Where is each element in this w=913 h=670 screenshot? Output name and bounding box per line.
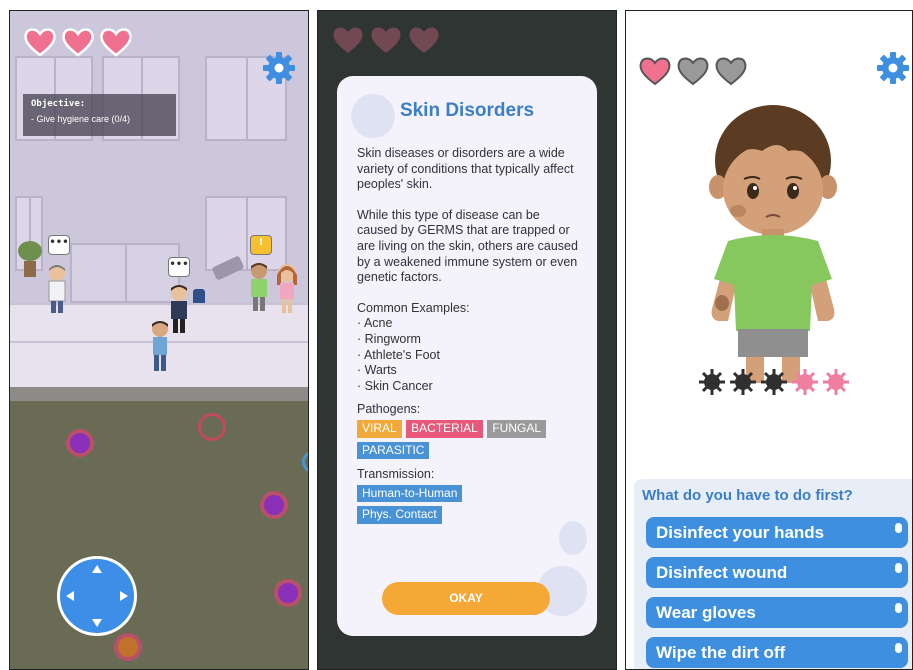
germ-dark-icon [730,369,756,395]
doctor-character[interactable] [44,263,70,315]
infected-ground [10,401,308,669]
paragraph: While this type of disease can be caused… [357,207,578,285]
arrow-right-icon[interactable] [120,591,128,601]
objective-title: Objective: [31,99,86,109]
example-item: · Ringworm [357,331,421,346]
germ-enemy[interactable] [66,429,94,457]
settings-gear-icon[interactable] [262,51,296,85]
germ-dark-icon [761,369,787,395]
player-character[interactable] [148,319,172,379]
quiz-panel: What do you have to do first? Disinfect … [625,10,913,670]
transmission-heading: Transmission: [357,467,435,482]
paragraph: Skin diseases or disorders are a wide va… [357,146,574,192]
germ-enemy[interactable] [260,491,288,519]
pathogens-heading: Pathogens: [357,402,421,417]
answer-label: Disinfect wound [656,563,788,582]
answer-option-2[interactable]: Disinfect wound [646,557,908,588]
question-text: What do you have to do first? [642,487,853,504]
germ-target-ring[interactable] [198,413,226,441]
skin-disorders-dialog: Skin Disorders Skin diseases or disorder… [337,76,597,636]
patient-character[interactable] [274,263,300,315]
pathogen-tag-fungal: FUNGAL [487,419,547,438]
germ-enemy[interactable] [274,579,302,607]
dpad-joystick[interactable] [57,556,137,636]
heart-icon [24,28,56,57]
speech-bubble: ••• [168,257,190,277]
answer-dot [895,563,902,573]
arrow-left-icon[interactable] [66,591,74,601]
dialog-title: Skin Disorders [399,100,535,121]
heart-icon [639,57,671,86]
example-item: · Athlete's Foot [357,347,440,362]
alert-bubble: ! [250,235,272,255]
germ-enemy[interactable] [114,633,142,661]
examples-heading: Common Examples: [357,300,470,315]
empty-heart-icon [677,57,709,86]
example-item: · Warts [357,363,397,378]
objective-task: - Give hygiene care (0/4) [31,114,131,124]
patient-character[interactable] [246,261,272,313]
example-item: · Acne [357,316,393,331]
germ-pink-icon [792,369,818,395]
answer-label: Wear gloves [656,603,756,622]
heart-icon [62,28,94,57]
answer-label: Wipe the dirt off [656,643,786,662]
transmission-tags: Human-to-Human Phys. Contact [357,483,582,526]
pathogen-tag-viral: VIRAL [357,419,402,438]
dialog-body: Skin diseases or disorders are a wide va… [357,146,582,526]
answer-option-4[interactable]: Wipe the dirt off [646,637,908,668]
speech-bubble: ••• [48,235,70,255]
lives-hearts [331,25,441,55]
lives-hearts [638,56,748,86]
answer-option-3[interactable]: Wear gloves [646,597,908,628]
heart-icon [100,28,132,57]
answer-label: Disinfect your hands [656,523,825,542]
decor-circle [559,521,587,555]
lives-hearts [23,27,133,57]
plant-decoration [18,241,42,277]
patient-boy-character [709,105,837,383]
empty-heart-icon [715,57,747,86]
pathogen-tags: VIRAL BACTERIAL FUNGAL PARASITIC [357,418,582,461]
heart-icon [409,27,439,53]
wall-strip [10,387,308,401]
transmission-tag: Phys. Contact [357,506,442,524]
answer-option-1[interactable]: Disinfect your hands [646,517,908,548]
example-item: · Skin Cancer [357,378,433,393]
building-window [205,196,287,271]
okay-button[interactable]: OKAY [382,582,550,615]
pathogen-tag-parasitic: PARASITIC [357,441,430,460]
game-world-panel: Objective: - Give hygiene care (0/4) •••… [9,10,309,670]
arrow-down-icon[interactable] [92,619,102,627]
arrow-up-icon[interactable] [92,565,102,573]
heart-icon [371,27,401,53]
answer-dot [895,523,902,533]
heart-icon [333,27,363,53]
corridor-door [70,243,180,303]
germ-pink-icon [823,369,849,395]
objective-box: Objective: - Give hygiene care (0/4) [23,94,176,136]
transmission-tag: Human-to-Human [357,484,463,503]
info-dialog-panel: Skin Disorders Skin diseases or disorder… [317,10,617,670]
answer-dot [895,643,902,653]
settings-gear-icon[interactable] [876,51,910,85]
germ-dark-icon [699,369,725,395]
quiz-question-box: What do you have to do first? Disinfect … [634,479,912,669]
pathogen-tag-bacterial: BACTERIAL [406,419,483,438]
answer-dot [895,603,902,613]
